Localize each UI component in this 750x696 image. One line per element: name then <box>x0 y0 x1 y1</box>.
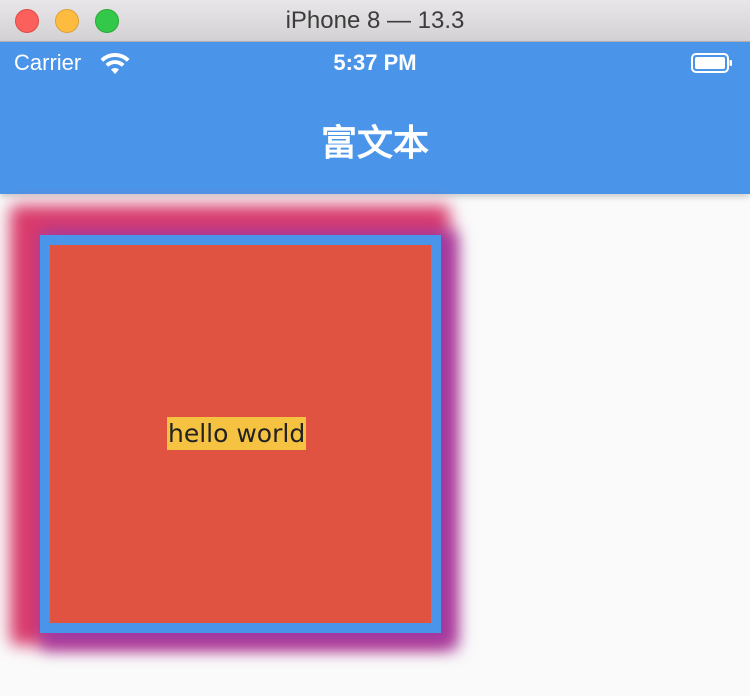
simulator-window: iPhone 8 — 13.3 Carrier 5:37 PM 富文本 hell… <box>0 0 750 696</box>
page-title: 富文本 <box>320 122 429 163</box>
status-time: 5:37 PM <box>333 50 417 75</box>
rich-text-span: hello world <box>167 417 307 450</box>
battery-icon <box>691 53 732 73</box>
window-titlebar: iPhone 8 — 13.3 <box>0 0 750 42</box>
window-title: iPhone 8 — 13.3 <box>285 7 465 34</box>
app-bar: Carrier 5:37 PM 富文本 <box>0 42 750 194</box>
